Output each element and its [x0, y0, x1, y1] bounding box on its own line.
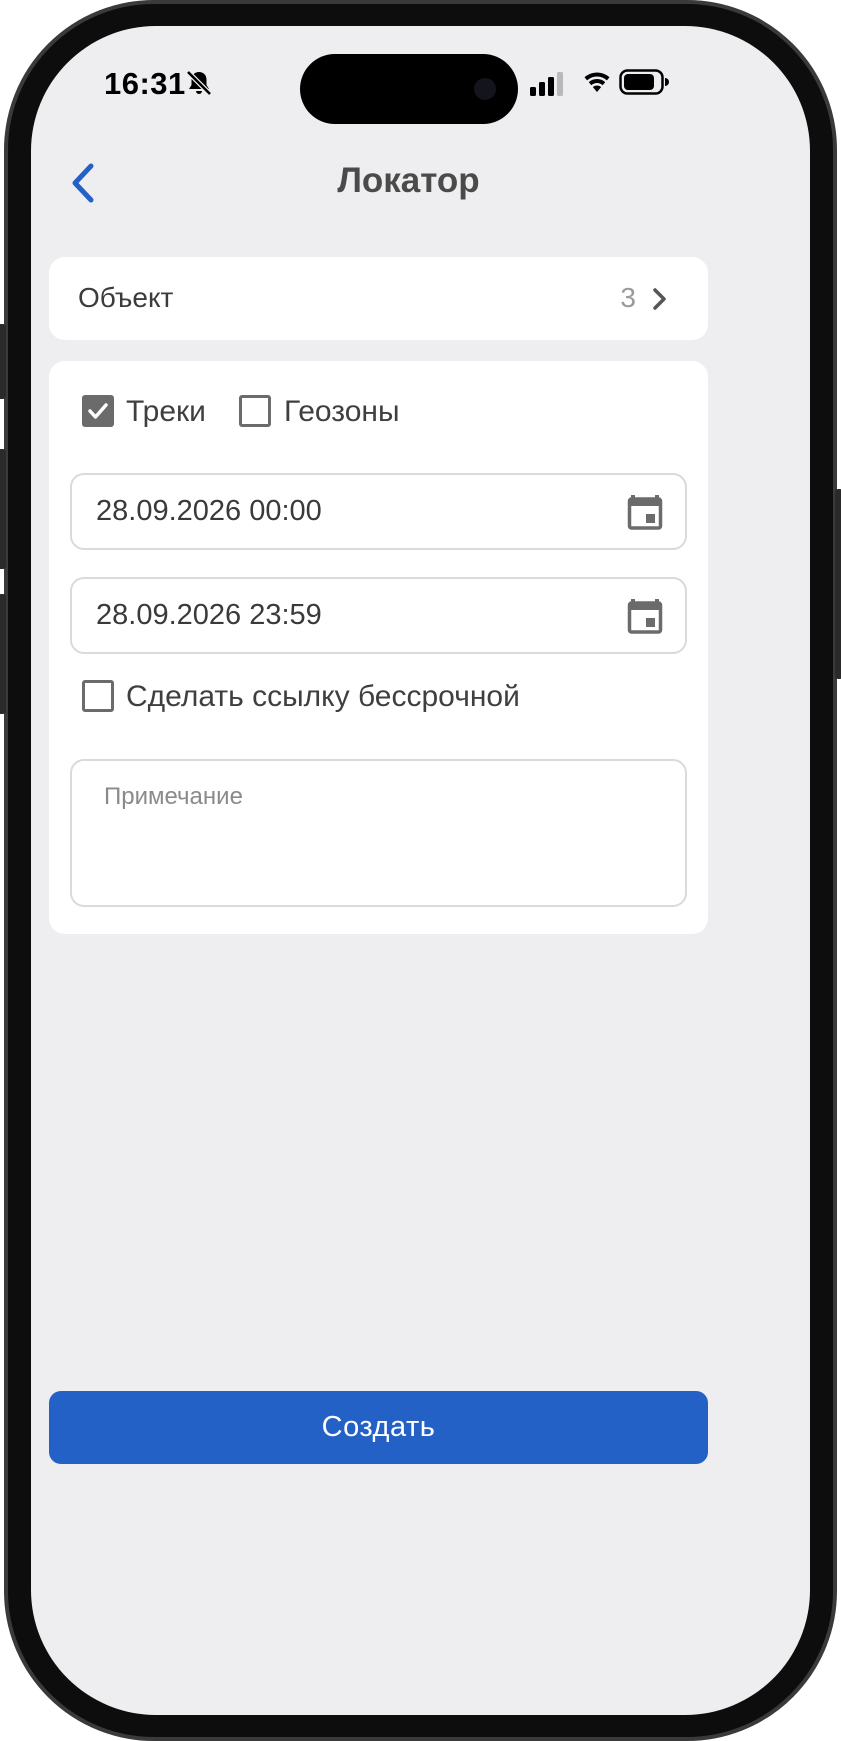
cellular-signal-icon [530, 72, 563, 96]
calendar-icon [627, 599, 663, 634]
camera-icon [474, 78, 496, 100]
app-screen: 16:31 Локатор Объект 3 Треки Геозоны 28.… [31, 26, 810, 1715]
date-from-field[interactable]: 28.09.2026 00:00 [70, 473, 687, 550]
dynamic-island [300, 54, 518, 124]
action-button [0, 324, 6, 399]
volume-up-button [0, 449, 6, 569]
volume-down-button [0, 594, 6, 714]
calendar-icon [627, 495, 663, 530]
geozones-label[interactable]: Геозоны [284, 395, 400, 429]
page-title: Локатор [337, 161, 480, 200]
battery-icon [619, 69, 669, 95]
tracks-label[interactable]: Треки [126, 395, 206, 429]
object-label: Объект [78, 282, 174, 313]
object-count: 3 [620, 282, 636, 313]
status-time: 16:31 [104, 66, 186, 101]
date-from-value: 28.09.2026 00:00 [96, 495, 322, 527]
date-to-field[interactable]: 28.09.2026 23:59 [70, 577, 687, 654]
object-row[interactable]: Объект 3 [49, 257, 708, 340]
date-to-value: 28.09.2026 23:59 [96, 599, 322, 631]
power-button [835, 489, 841, 679]
create-button[interactable]: Создать [49, 1391, 708, 1464]
wifi-icon [584, 72, 610, 92]
permanent-link-label[interactable]: Сделать ссылку бессрочной [126, 680, 520, 714]
note-field[interactable] [70, 759, 687, 907]
permanent-link-checkbox[interactable] [82, 680, 114, 712]
bell-slash-icon [186, 70, 212, 96]
geozones-checkbox[interactable] [239, 395, 271, 427]
locator-form: Треки Геозоны 28.09.2026 00:00 28.09.202… [49, 361, 708, 934]
chevron-right-icon [653, 288, 666, 310]
tracks-checkbox[interactable] [82, 395, 114, 427]
checkmark-icon [88, 403, 108, 419]
